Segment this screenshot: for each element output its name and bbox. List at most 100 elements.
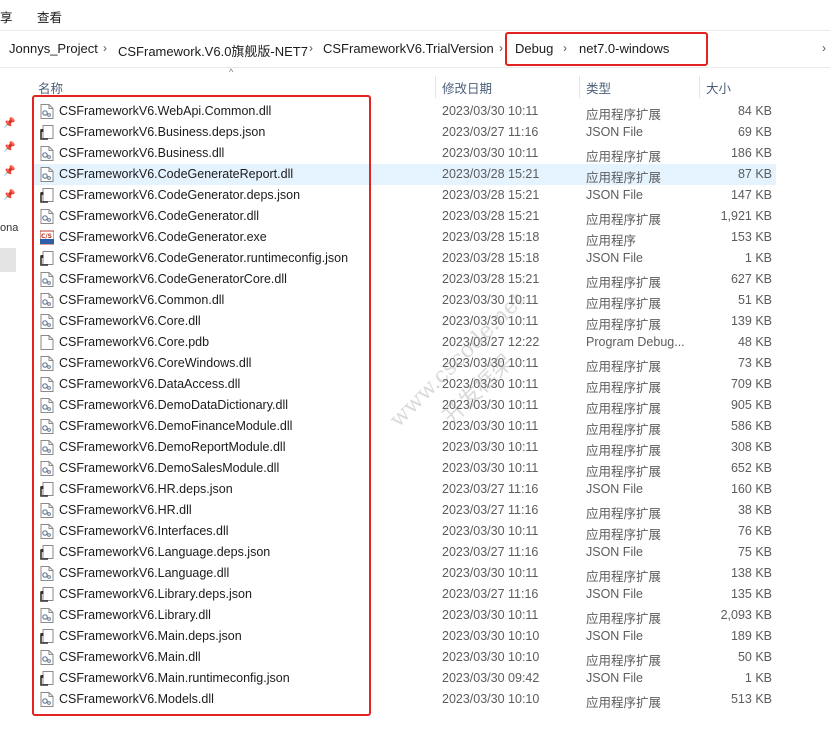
column-header-date[interactable]: 修改日期	[442, 78, 492, 97]
file-type: JSON File	[586, 629, 643, 643]
file-size: 38 KB	[737, 503, 772, 517]
menu-item-share[interactable]: 享	[0, 7, 13, 26]
file-size: 75 KB	[737, 545, 772, 559]
file-date: 2023/03/30 10:11	[442, 419, 539, 433]
file-size: 1 KB	[744, 671, 772, 685]
file-type: JSON File	[586, 671, 643, 685]
file-type: 应用程序	[586, 234, 637, 248]
column-header-type[interactable]: 类型	[586, 78, 611, 97]
sort-ascending-icon: ^	[229, 67, 234, 77]
file-type: JSON File	[586, 482, 643, 496]
file-size: 51 KB	[737, 293, 772, 307]
file-date: 2023/03/30 10:11	[442, 356, 539, 370]
file-type: 应用程序扩展	[586, 612, 662, 626]
address-dropdown-icon[interactable]: ›	[822, 41, 826, 55]
column-divider[interactable]	[699, 76, 700, 98]
file-date: 2023/03/30 10:11	[442, 398, 539, 412]
breadcrumb-separator-icon[interactable]: ›	[499, 41, 503, 55]
file-type: 应用程序扩展	[586, 171, 662, 185]
file-size: 153 KB	[730, 230, 772, 244]
file-date: 2023/03/28 15:21	[442, 167, 540, 181]
file-date: 2023/03/30 10:11	[442, 566, 539, 580]
file-date: 2023/03/30 09:42	[442, 671, 540, 685]
file-type: 应用程序扩展	[586, 381, 662, 395]
file-size: 138 KB	[730, 566, 772, 580]
file-size: 186 KB	[730, 146, 772, 160]
navigation-pane: 📌 📌 📌 📌	[0, 96, 18, 737]
file-date: 2023/03/28 15:18	[442, 251, 540, 265]
menu-bar: 享 查看	[0, 0, 830, 30]
file-type: 应用程序扩展	[586, 150, 662, 164]
file-type: 应用程序扩展	[586, 213, 662, 227]
file-date: 2023/03/30 10:11	[442, 314, 539, 328]
file-date: 2023/03/27 11:16	[442, 503, 539, 517]
column-header-size[interactable]: 大小	[706, 78, 731, 97]
file-size: 586 KB	[730, 419, 772, 433]
file-date: 2023/03/30 10:11	[442, 104, 539, 118]
column-divider[interactable]	[579, 76, 580, 98]
file-type: 应用程序扩展	[586, 654, 662, 668]
file-date: 2023/03/27 11:16	[442, 482, 539, 496]
file-date: 2023/03/30 10:11	[442, 440, 539, 454]
file-date: 2023/03/30 10:10	[442, 692, 540, 706]
file-date: 2023/03/30 10:11	[442, 377, 539, 391]
column-divider[interactable]	[435, 76, 436, 98]
file-size: 50 KB	[737, 650, 772, 664]
file-size: 709 KB	[730, 377, 772, 391]
file-date: 2023/03/27 11:16	[442, 587, 539, 601]
column-header-row: 名称 修改日期 类型 大小	[0, 66, 830, 98]
file-date: 2023/03/30 10:10	[442, 650, 540, 664]
file-type: 应用程序扩展	[586, 528, 662, 542]
breadcrumb-separator-icon[interactable]: ›	[103, 41, 107, 55]
breadcrumb-item-project[interactable]: Jonnys_Project	[9, 41, 98, 56]
file-size: 135 KB	[730, 587, 772, 601]
file-size: 147 KB	[730, 188, 772, 202]
file-type: JSON File	[586, 545, 643, 559]
file-date: 2023/03/30 10:11	[442, 608, 539, 622]
file-date: 2023/03/27 11:16	[442, 125, 539, 139]
file-size: 905 KB	[730, 398, 772, 412]
file-size: 76 KB	[737, 524, 772, 538]
file-date: 2023/03/30 10:10	[442, 629, 540, 643]
file-size: 1 KB	[744, 251, 772, 265]
file-type: JSON File	[586, 251, 643, 265]
pin-icon: 📌	[3, 190, 16, 201]
nav-item-label[interactable]: ona	[0, 222, 18, 234]
file-type: 应用程序扩展	[586, 108, 662, 122]
file-size: 84 KB	[737, 104, 772, 118]
file-date: 2023/03/27 11:16	[442, 545, 539, 559]
file-size: 139 KB	[730, 314, 772, 328]
breadcrumb-item-trial[interactable]: CSFrameworkV6.TrialVersion	[323, 41, 494, 56]
file-size: 652 KB	[730, 461, 772, 475]
file-date: 2023/03/27 12:22	[442, 335, 540, 349]
file-type: JSON File	[586, 587, 643, 601]
file-date: 2023/03/30 10:11	[442, 461, 539, 475]
nav-item-selected[interactable]	[0, 248, 16, 272]
file-size: 308 KB	[730, 440, 772, 454]
pin-icon: 📌	[3, 166, 16, 177]
file-date: 2023/03/28 15:21	[442, 272, 540, 286]
file-type: JSON File	[586, 188, 643, 202]
file-date: 2023/03/28 15:18	[442, 230, 540, 244]
file-type: 应用程序扩展	[586, 465, 662, 479]
file-size: 48 KB	[737, 335, 772, 349]
file-size: 513 KB	[730, 692, 772, 706]
menu-item-view[interactable]: 查看	[37, 7, 62, 26]
file-type: 应用程序扩展	[586, 570, 662, 584]
file-date: 2023/03/30 10:11	[442, 524, 539, 538]
file-size: 87 KB	[737, 167, 772, 181]
file-type: 应用程序扩展	[586, 444, 662, 458]
file-size: 189 KB	[730, 629, 772, 643]
breadcrumb-separator-icon[interactable]: ›	[309, 41, 313, 55]
file-type: 应用程序扩展	[586, 276, 662, 290]
pin-icon: 📌	[3, 142, 16, 153]
pin-icon: 📌	[3, 118, 16, 129]
file-list-highlight-box	[32, 95, 371, 716]
file-size: 160 KB	[730, 482, 772, 496]
breadcrumb-item-framework[interactable]: CSFramework.V6.0旗舰版-NET7	[118, 41, 308, 60]
file-date: 2023/03/28 15:21	[442, 209, 540, 223]
file-size: 73 KB	[737, 356, 772, 370]
file-type: JSON File	[586, 125, 643, 139]
file-type: 应用程序扩展	[586, 696, 662, 710]
file-size: 69 KB	[737, 125, 772, 139]
